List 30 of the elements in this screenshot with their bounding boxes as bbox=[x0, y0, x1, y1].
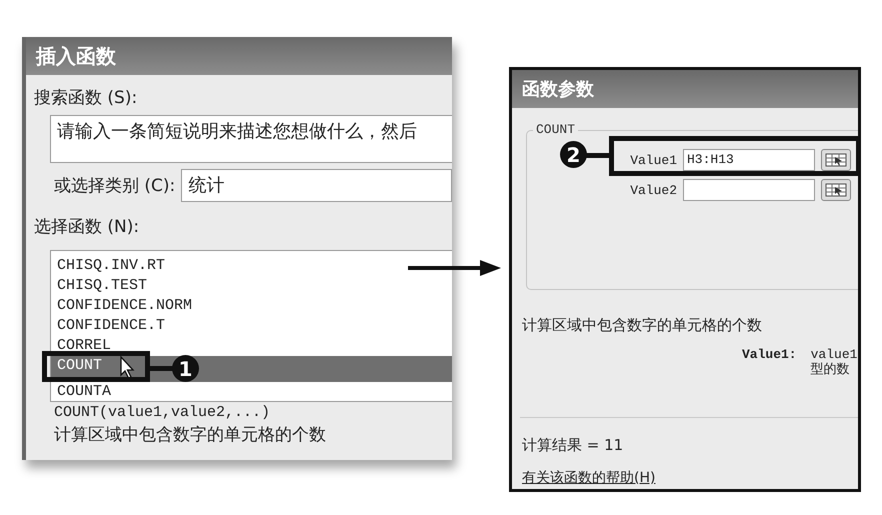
function-item[interactable]: CONFIDENCE.T bbox=[51, 316, 452, 336]
category-label: 或选择类别 (C): bbox=[54, 174, 176, 198]
dialog-title: 函数参数 bbox=[512, 70, 858, 108]
argument-help-label: Value1: bbox=[742, 347, 797, 364]
search-label: 搜索函数 (S): bbox=[34, 87, 138, 110]
function-item[interactable]: COUNTA bbox=[51, 382, 452, 402]
argument-label: Value1 bbox=[629, 152, 677, 168]
argument-label: Value2 bbox=[629, 182, 677, 198]
function-list-label: 选择函数 (N): bbox=[34, 216, 140, 239]
function-description: 计算区域中包含数字的单元格的个数 bbox=[54, 424, 327, 446]
range-select-button[interactable] bbox=[821, 179, 851, 201]
grid-icon bbox=[825, 153, 847, 167]
function-item[interactable]: CONFIDENCE.NORM bbox=[51, 296, 452, 316]
argument-help-text: value1 bbox=[810, 347, 858, 362]
argument-field[interactable] bbox=[683, 179, 815, 201]
function-syntax: COUNT(value1,value2,...) bbox=[54, 404, 272, 421]
dialog-title: 插入函数 bbox=[26, 37, 452, 75]
function-description: 计算区域中包含数字的单元格的个数 bbox=[522, 316, 763, 335]
function-item[interactable]: CORREL bbox=[51, 336, 452, 356]
help-link[interactable]: 有关该函数的帮助(H) bbox=[522, 469, 858, 487]
cursor-icon bbox=[120, 356, 136, 380]
search-field[interactable]: 请输入一条简短说明来描述您想做什么，然后 bbox=[50, 115, 452, 163]
grid-icon bbox=[825, 183, 847, 197]
function-item[interactable]: CHISQ.INV.RT bbox=[51, 256, 452, 276]
result-text: 计算结果 = 11 bbox=[522, 436, 624, 455]
function-item[interactable]: CHISQ.TEST bbox=[51, 276, 452, 296]
range-select-button[interactable] bbox=[821, 149, 851, 171]
category-dropdown[interactable]: 统计 bbox=[181, 169, 452, 202]
argument-field[interactable]: H3:H13 bbox=[683, 149, 815, 171]
argument-help-text: 型的数 bbox=[810, 362, 851, 377]
